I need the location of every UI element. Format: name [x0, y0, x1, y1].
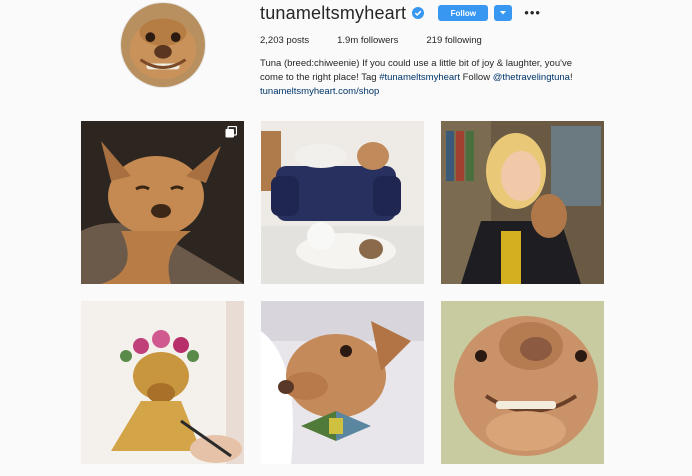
post-watercolor-painting[interactable]	[81, 301, 244, 464]
post-couch-dogs[interactable]	[261, 121, 424, 284]
bio-mention-link[interactable]: @thetravelingtuna	[493, 72, 570, 83]
followers-count[interactable]: 1.9m followers	[337, 35, 398, 46]
bio-hashtag-link[interactable]: #tunameltsmyheart	[379, 72, 460, 83]
profile-avatar[interactable]	[120, 2, 206, 88]
profile-stats: 2,203 posts 1.9m followers 219 following	[260, 35, 510, 46]
profile-header: tunameltsmyheart Follow •••	[260, 2, 541, 23]
chevron-down-icon	[500, 11, 507, 15]
multiple-photos-icon	[225, 126, 237, 138]
post-tuna-closeup[interactable]	[441, 301, 604, 464]
post-sleepy-tuna[interactable]	[81, 121, 244, 284]
more-options-icon[interactable]: •••	[524, 6, 541, 19]
bio-follow-text: Follow	[459, 72, 493, 83]
posts-count: 2,203 posts	[260, 35, 310, 46]
verified-badge-icon	[412, 7, 425, 19]
follow-button[interactable]: Follow	[438, 5, 489, 21]
following-count[interactable]: 219 following	[426, 35, 481, 46]
profile-username: tunameltsmyheart	[260, 2, 407, 23]
suggestions-dropdown-button[interactable]	[494, 5, 513, 21]
bio-end-text: !	[569, 72, 573, 83]
post-tuna-bowtie[interactable]	[261, 301, 424, 464]
bio-website-link[interactable]: tunameltsmyheart.com/shop	[260, 85, 590, 99]
profile-bio: Tuna (breed:chiweenie) If you could use …	[260, 57, 590, 99]
post-woman-kissing-tuna[interactable]	[441, 121, 604, 284]
